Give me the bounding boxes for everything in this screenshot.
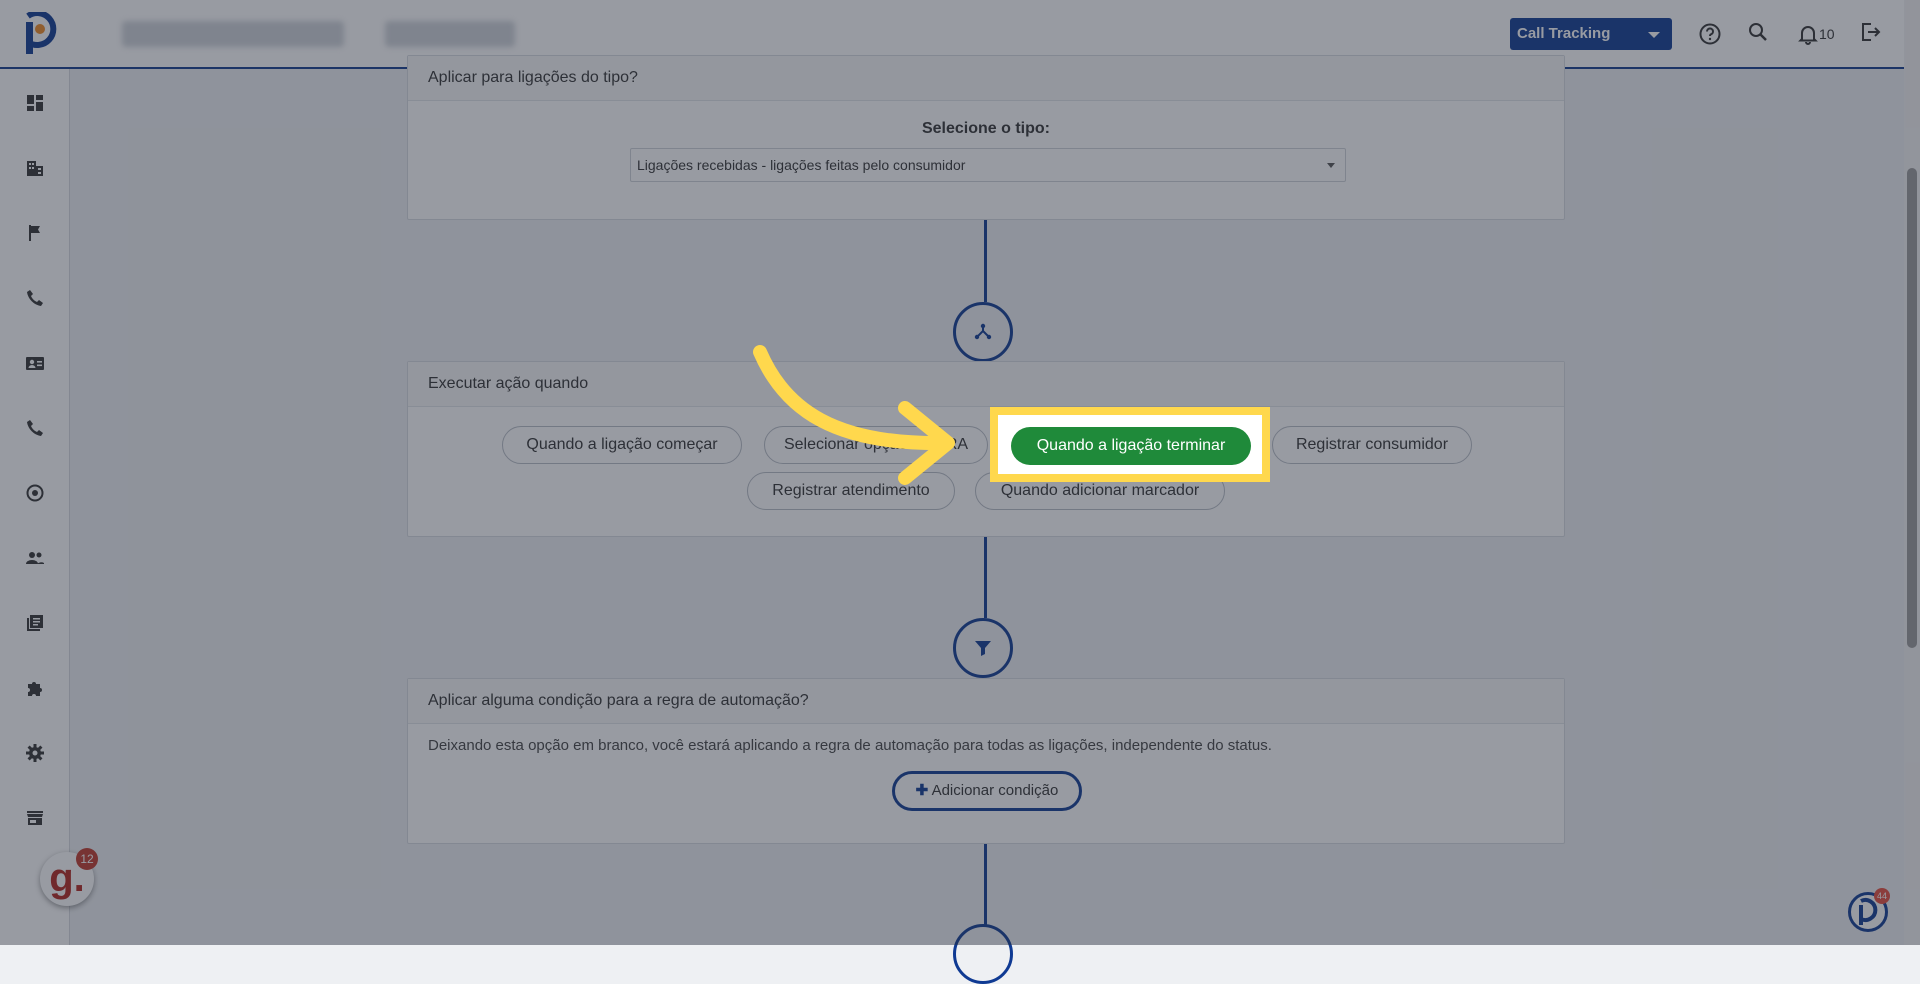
app-logo[interactable]: [20, 12, 60, 56]
flow-connector: [984, 220, 987, 302]
plus-icon: ✚: [915, 782, 929, 799]
call-type-select-label: Selecione o tipo:: [921, 120, 1050, 137]
search-icon[interactable]: [1746, 20, 1770, 44]
dashboard-icon[interactable]: [25, 93, 45, 113]
call-type-select[interactable]: Ligações recebidas - ligações feitas pel…: [630, 148, 1346, 182]
flow-node-filter: [953, 618, 1013, 678]
flow-connector: [984, 537, 987, 618]
store-icon[interactable]: [25, 808, 45, 828]
chevron-down-icon: [1327, 163, 1335, 168]
option-register-consumer[interactable]: Registrar consumidor: [1272, 426, 1472, 464]
logout-icon[interactable]: [1858, 20, 1882, 44]
call-type-card-title: Aplicar para ligações do tipo?: [408, 56, 1564, 101]
option-call-start[interactable]: Quando a ligação começar: [502, 426, 742, 464]
phone-alt-icon[interactable]: [25, 418, 45, 438]
trigger-card-title: Executar ação quando: [408, 362, 1564, 407]
notification-count: 10: [1819, 26, 1835, 42]
blurred-account-selector[interactable]: [122, 21, 344, 47]
condition-card-title: Aplicar alguma condição para a regra de …: [408, 679, 1564, 724]
condition-description: Deixando esta opção em branco, você esta…: [428, 737, 1272, 754]
filter-icon: [975, 641, 991, 656]
building-icon[interactable]: [25, 158, 45, 178]
product-select[interactable]: Call Tracking: [1510, 18, 1672, 50]
add-condition-button[interactable]: ✚ Adicionar condição: [892, 771, 1082, 811]
option-call-end[interactable]: Quando a ligação terminar: [1011, 427, 1251, 465]
g-widget-count: 12: [76, 848, 98, 870]
people-icon[interactable]: [25, 548, 45, 568]
contact-card-icon[interactable]: [25, 353, 45, 373]
call-type-select-value: Ligações recebidas - ligações feitas pel…: [637, 157, 966, 173]
help-icon[interactable]: [1698, 22, 1722, 46]
tutorial-arrow-icon: [753, 345, 955, 485]
phone-icon[interactable]: [25, 288, 45, 308]
add-condition-label: Adicionar condição: [931, 782, 1059, 799]
library-icon[interactable]: [25, 613, 45, 633]
scrollbar-thumb[interactable]: [1907, 168, 1917, 648]
condition-card: Aplicar alguma condição para a regra de …: [407, 678, 1565, 844]
product-select-label: Call Tracking: [1517, 25, 1611, 42]
bell-icon[interactable]: [1796, 22, 1820, 46]
sidebar: [0, 69, 70, 945]
blurred-project-selector[interactable]: [385, 21, 515, 47]
puzzle-icon[interactable]: [25, 678, 45, 698]
chevron-down-icon: [1648, 32, 1660, 38]
flow-connector: [984, 844, 987, 928]
record-icon[interactable]: [25, 483, 45, 503]
p-widget-count: 44: [1874, 888, 1890, 904]
gear-icon[interactable]: [25, 743, 45, 763]
flag-icon[interactable]: [25, 223, 45, 243]
trigger-card: Executar ação quando Quando a ligação co…: [407, 361, 1565, 537]
flow-node-action: [953, 924, 1013, 984]
call-type-card: Aplicar para ligações do tipo? Selecione…: [407, 55, 1565, 220]
